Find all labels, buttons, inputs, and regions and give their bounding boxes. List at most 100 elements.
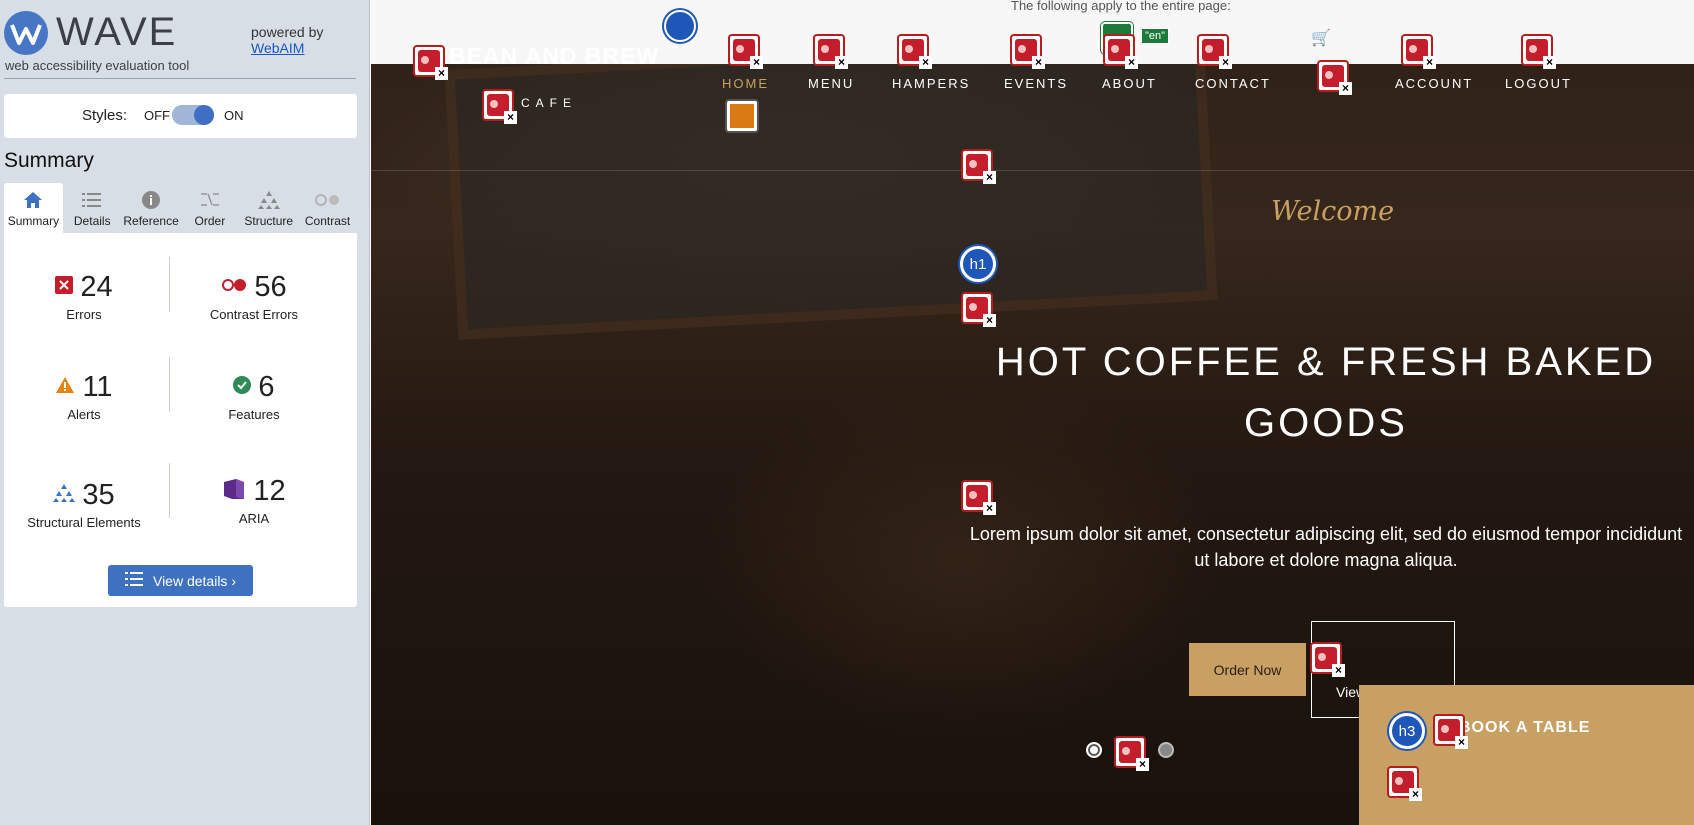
welcome-script: Welcome <box>1271 196 1395 227</box>
carousel-dot-3[interactable] <box>1158 742 1174 758</box>
nav-account[interactable]: ACCOUNT <box>1395 76 1473 91</box>
error-icon[interactable]: × <box>1401 34 1436 69</box>
stat-divider <box>169 463 170 518</box>
error-icon <box>55 276 74 299</box>
book-table-label[interactable]: BOOK A TABLE <box>1459 719 1590 737</box>
nav-menu[interactable]: MENU <box>808 76 854 91</box>
error-icon[interactable]: × <box>961 149 996 184</box>
tab-label: Reference <box>123 214 179 228</box>
view-details-label: View details › <box>152 572 236 589</box>
h1-icon[interactable]: h1 <box>960 246 996 282</box>
styles-on-label: ON <box>224 108 244 123</box>
features-label: Features <box>228 407 280 422</box>
error-icon[interactable]: × <box>413 45 448 80</box>
features-stat[interactable]: 6 Features <box>174 371 334 422</box>
error-icon[interactable]: × <box>1010 34 1045 69</box>
carousel-dot-1[interactable] <box>1086 742 1102 758</box>
wave-logo-icon <box>4 11 48 55</box>
wave-tagline: web accessibility evaluation tool <box>5 58 190 73</box>
alerts-count: 11 <box>82 371 113 403</box>
tab-details[interactable]: Details <box>63 183 122 233</box>
errors-stat[interactable]: 24 Errors <box>4 271 164 322</box>
error-icon[interactable]: × <box>1521 34 1556 69</box>
error-icon[interactable]: × <box>1310 642 1345 677</box>
toggle-knob <box>194 105 214 125</box>
alerts-stat[interactable]: 11 Alerts <box>4 371 164 422</box>
order-now-button[interactable]: Order Now <box>1189 643 1306 696</box>
structural-count: 35 <box>82 479 115 511</box>
aria-icon <box>222 477 246 506</box>
empty-button-icon[interactable]: × <box>1114 736 1149 771</box>
tab-order[interactable]: Order <box>180 183 239 233</box>
alerts-label: Alerts <box>67 407 101 422</box>
h3-icon[interactable]: h3 <box>1389 713 1425 749</box>
aria-stat[interactable]: 12 ARIA <box>174 475 334 526</box>
error-icon[interactable]: × <box>961 292 996 327</box>
nav-logout[interactable]: LOGOUT <box>1505 76 1572 91</box>
tab-label: Order <box>194 214 226 228</box>
alert-icon <box>55 376 75 399</box>
list-icon <box>63 189 122 211</box>
styles-toggle[interactable] <box>172 105 214 125</box>
aria-count: 12 <box>253 475 286 507</box>
error-icon[interactable]: × <box>482 89 517 124</box>
error-icon[interactable]: × <box>728 34 763 69</box>
error-icon[interactable]: × <box>961 480 996 515</box>
contrast-errors-count: 56 <box>254 271 287 303</box>
nav-home[interactable]: HOME <box>722 76 769 91</box>
error-icon[interactable]: × <box>1387 766 1422 801</box>
powered-by-text: powered by <box>251 24 324 40</box>
page-notice-text: The following apply to the entire page: <box>1011 0 1231 13</box>
error-icon[interactable]: × <box>813 34 848 69</box>
home-icon <box>4 189 63 211</box>
redundant-link-alert-icon[interactable] <box>725 99 759 133</box>
summary-panel: 24 Errors 56 Contrast Errors 11 Alerts 6 <box>4 233 357 607</box>
styles-label: Styles: <box>82 107 128 124</box>
errors-count: 24 <box>80 271 113 303</box>
styles-off-label: OFF <box>144 108 170 123</box>
features-count: 6 <box>258 371 275 403</box>
info-icon <box>122 189 181 211</box>
error-icon[interactable]: × <box>1103 34 1138 69</box>
contrast-errors-stat[interactable]: 56 Contrast Errors <box>174 271 334 322</box>
nav-contact[interactable]: CONTACT <box>1195 76 1271 91</box>
nav-hampers[interactable]: HAMPERS <box>892 76 970 91</box>
tab-label: Summary <box>7 214 60 228</box>
wave-outline-icon[interactable] <box>664 10 696 42</box>
contrast-error-icon <box>221 278 247 297</box>
header-divider <box>371 170 1694 171</box>
tab-contrast[interactable]: Contrast <box>298 183 357 233</box>
contrast-errors-label: Contrast Errors <box>209 307 299 322</box>
summary-heading: Summary <box>4 149 94 172</box>
tab-label: Contrast <box>304 214 351 228</box>
contrast-icon <box>298 189 357 211</box>
broken-link-icon[interactable]: × <box>1317 60 1352 95</box>
cart-icon[interactable]: 🛒 <box>1311 28 1331 48</box>
wave-tabs: Summary Details Reference Order Structur… <box>4 183 357 233</box>
nav-about[interactable]: ABOUT <box>1102 76 1157 91</box>
tab-structure[interactable]: Structure <box>239 183 298 233</box>
view-details-button[interactable]: View details › <box>108 565 253 596</box>
list-icon <box>124 572 143 589</box>
tab-summary[interactable]: Summary <box>4 183 63 233</box>
structural-label: Structural Elements <box>27 515 141 530</box>
structural-stat[interactable]: 35 Structural Elements <box>4 479 164 530</box>
site-brand[interactable]: BEAN AND BREW <box>449 43 659 70</box>
stat-divider <box>169 257 170 312</box>
error-icon[interactable]: × <box>897 34 932 69</box>
sidebar-divider <box>4 78 356 79</box>
error-icon[interactable]: × <box>1433 714 1468 749</box>
webaim-link[interactable]: WebAIM <box>251 40 304 56</box>
nav-events[interactable]: EVENTS <box>1004 76 1068 91</box>
site-brand-sub: CAFE <box>521 96 578 110</box>
wave-sidebar: WAVE web accessibility evaluation tool p… <box>0 0 370 825</box>
stat-divider <box>169 357 170 412</box>
tab-reference[interactable]: Reference <box>122 183 181 233</box>
wave-app-name: WAVE <box>56 10 178 54</box>
errors-label: Errors <box>66 307 102 322</box>
check-icon <box>233 376 252 399</box>
error-icon[interactable]: × <box>1197 34 1232 69</box>
tab-label: Details <box>73 214 111 228</box>
book-table-panel: BOOK A TABLE <box>1359 685 1694 825</box>
aria-label: ARIA <box>238 511 270 526</box>
